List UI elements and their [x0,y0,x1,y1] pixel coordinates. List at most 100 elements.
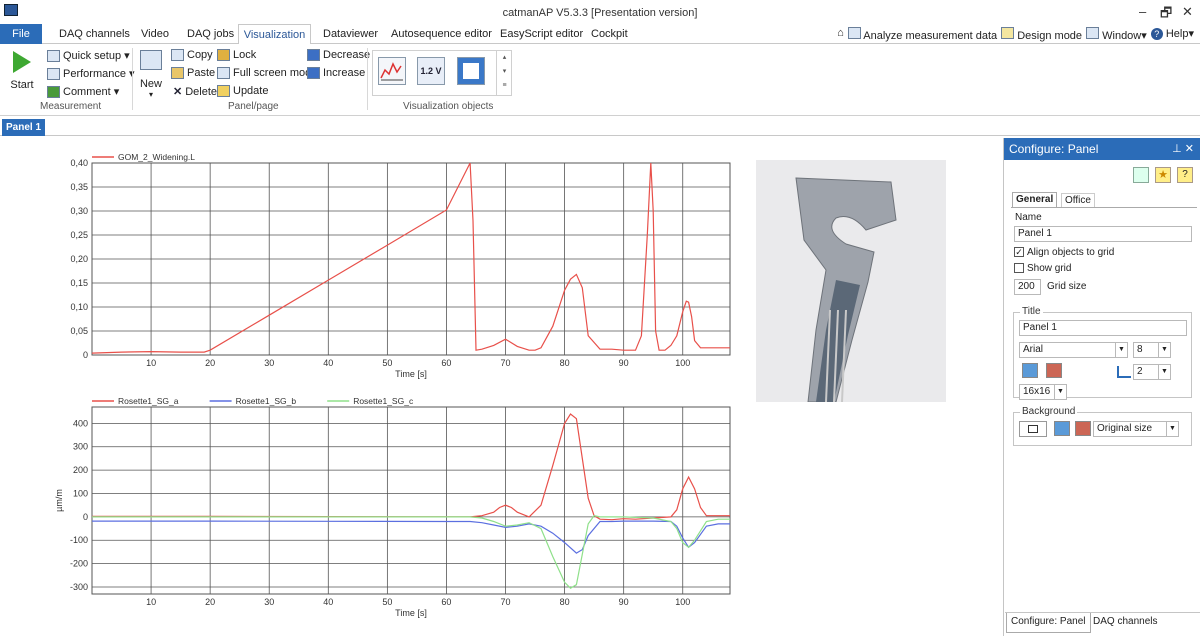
increase-button[interactable]: Increase [307,67,365,79]
chevron-down-icon: ▼ [1158,343,1170,357]
tab-autosequence-editor[interactable]: Autosequence editor [391,24,492,44]
tab-general[interactable]: General [1012,192,1058,207]
list-table-icon[interactable] [457,57,485,85]
start-button[interactable]: Start [6,48,38,96]
show-grid-checkbox[interactable]: Show grid [1014,263,1071,274]
tab-dataviewer[interactable]: Dataviewer [323,24,378,44]
background-mode-select[interactable]: Original size ▼ [1093,421,1179,437]
performance-button[interactable]: Performance ▾ [47,67,135,80]
tab-office[interactable]: Office [1061,193,1095,207]
home-icon[interactable]: ⌂ [837,27,844,42]
y-tick-label: 0,40 [70,158,88,168]
wrench-photo[interactable] [756,160,946,402]
help-bulb-icon[interactable]: ? [1177,167,1193,183]
name-field[interactable]: Panel 1 [1014,226,1192,242]
delete-button[interactable]: ✕ Delete [173,85,217,99]
delete-icon: ✕ [173,86,183,98]
y-tick-label: 0,05 [70,326,88,336]
background-color-swatch[interactable] [1019,421,1047,437]
image-icon[interactable] [1022,363,1038,378]
design-mode-link[interactable]: Design mode [1001,27,1082,42]
tab-visualization[interactable]: Visualization [238,24,311,45]
background-group: Background Original size ▼ [1013,406,1192,446]
yt-chart-icon[interactable] [378,57,406,85]
align-to-grid-checkbox[interactable]: ✓ Align objects to grid [1014,247,1114,258]
decrease-icon [307,49,320,61]
icon-size-select[interactable]: 16x16 ▼ [1019,384,1067,400]
tab-video[interactable]: Video [141,24,169,44]
help-menu[interactable]: ? Help▾ [1150,27,1194,42]
help-label: Help [1165,28,1189,40]
close-panel-icon[interactable]: ✕ [1185,143,1194,155]
x-tick-label: 50 [382,597,392,607]
quick-setup-button[interactable]: Quick setup ▾ [47,49,130,62]
panel-tab-bar: Panel 1 [0,118,1200,136]
refresh-icon[interactable] [1133,167,1149,183]
position-icon [1117,366,1131,378]
background-image-icon[interactable] [1054,421,1070,436]
y-axis-label: µm/m [54,489,64,512]
measurement-group-label: Measurement [40,101,102,112]
x-tick-label: 20 [205,597,215,607]
position-value: 2 [1137,366,1143,377]
favorite-icon[interactable]: ★ [1155,167,1171,183]
window-menu[interactable]: Window▾ [1086,27,1147,42]
update-button[interactable]: Update [217,85,268,97]
performance-icon [47,67,60,80]
tab-file[interactable]: File [0,24,42,44]
panel-1-tab[interactable]: Panel 1 [2,119,45,136]
pin-icon[interactable]: ⊥ [1172,143,1182,155]
y-tick-label: -200 [70,559,88,569]
fullscreen-button[interactable]: Full screen mode [217,67,317,79]
tab-configure-panel[interactable]: Configure: Panel [1006,613,1091,633]
widening-chart[interactable]: 10 20 30 40 50 60 70 80 90 100 0 0,05 0,10 0,15 0,20 0,… [50,150,740,382]
digital-display-icon[interactable]: 1.2 V [417,57,445,85]
start-label: Start [10,79,34,91]
comment-icon [47,85,60,98]
legend-label: GOM_2_Widening.L [118,152,195,162]
x-tick-label: 10 [146,597,156,607]
comment-button[interactable]: Comment ▾ [47,85,119,98]
window-title: catmanAP V5.3.3 [Presentation version] [502,7,698,19]
decrease-label: Decrease [323,49,371,61]
close-button[interactable]: ✕ [1182,4,1193,20]
font-size-select[interactable]: 8 ▼ [1133,342,1171,358]
title-field[interactable]: Panel 1 [1019,320,1187,336]
position-select[interactable]: 2 ▼ [1133,364,1171,380]
background-image-delete-icon[interactable] [1075,421,1091,436]
grid-size-field[interactable]: 200 [1014,279,1041,295]
plot-area [91,406,731,595]
y-tick-label: 0,25 [70,230,88,240]
quick-setup-label: Quick setup [63,49,122,62]
tab-daq-channels[interactable]: DAQ channels [59,24,130,44]
fullscreen-icon [217,67,230,79]
gallery-scroll[interactable]: ▴ ▾ ≡ [496,51,512,95]
tab-easyscript-editor[interactable]: EasyScript editor [500,24,583,44]
tab-daq-channels-pane[interactable]: DAQ channels [1089,613,1161,633]
x-tick-label: 100 [675,358,690,368]
x-tick-label: 60 [441,597,451,607]
new-button[interactable]: New ▾ [138,48,164,104]
paste-button[interactable]: Paste [171,67,215,79]
font-value: Arial [1023,344,1044,355]
analyze-label: Analyze measurement data [863,30,998,42]
image-delete-icon[interactable] [1046,363,1062,378]
chevron-down-icon: ▼ [1115,343,1127,357]
ribbon: Start Quick setup ▾ Performance ▾ Commen… [0,44,1200,116]
design-icon [1001,27,1015,39]
tab-cockpit[interactable]: Cockpit [591,24,628,44]
title-group: Title Panel 1 Arial ▼ 8 ▼ 2 ▼ 16x16 ▼ [1013,306,1192,400]
rosette-chart[interactable]: 10 20 30 40 50 60 70 80 90 100 -300 -200 -100 0 100 200… [50,393,740,618]
restore-button[interactable]: 🗗 [1160,4,1172,26]
decrease-button[interactable]: Decrease [307,49,370,61]
minimize-button[interactable]: – [1139,4,1146,19]
tab-daq-jobs[interactable]: DAQ jobs [187,24,234,44]
analyze-link[interactable]: Analyze measurement data [847,27,998,42]
lock-button[interactable]: Lock [217,49,256,61]
font-select[interactable]: Arial ▼ [1019,342,1128,358]
paste-label: Paste [187,67,216,79]
y-tick-label: 100 [73,488,88,498]
new-label: New [139,78,162,90]
x-tick-label: 70 [501,358,511,368]
copy-button[interactable]: Copy [171,49,213,61]
